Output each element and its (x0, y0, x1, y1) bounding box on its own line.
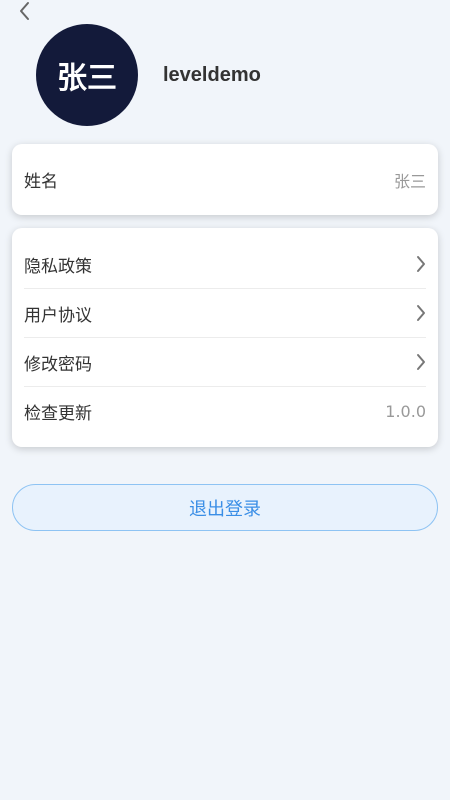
menu-item-privacy-policy[interactable]: 隐私政策 (24, 240, 426, 289)
menu-item-user-agreement[interactable]: 用户协议 (24, 289, 426, 338)
username: leveldemo (163, 63, 261, 86)
settings-menu: 隐私政策 用户协议 修改密码 检查更新 1.0.0 (12, 228, 438, 447)
chevron-right-icon (416, 304, 426, 322)
name-label: 姓名 (24, 172, 58, 192)
chevron-right-icon (416, 255, 426, 273)
version-value: 1.0.0 (385, 402, 426, 421)
name-value: 张三 (393, 171, 426, 191)
menu-item-check-update[interactable]: 检查更新 1.0.0 (24, 387, 426, 436)
menu-item-label: 用户协议 (24, 305, 92, 326)
menu-item-label: 检查更新 (24, 404, 92, 424)
profile-page: 张三 leveldemo 姓名 张三 隐私政策 用户协议 修改密码 检查更新 1… (0, 0, 450, 800)
chevron-left-icon (20, 2, 29, 20)
profile-header: 张三 leveldemo (36, 24, 261, 126)
avatar: 张三 (36, 24, 138, 126)
back-button[interactable] (14, 0, 36, 22)
avatar-text: 张三 (57, 61, 117, 96)
logout-button[interactable]: 退出登录 (12, 484, 438, 531)
name-row: 姓名 张三 (24, 144, 426, 215)
menu-item-label: 修改密码 (24, 354, 92, 375)
menu-item-label: 隐私政策 (24, 256, 92, 277)
name-card: 姓名 张三 (12, 144, 438, 215)
menu-item-change-password[interactable]: 修改密码 (24, 338, 426, 387)
chevron-right-icon (416, 353, 426, 371)
